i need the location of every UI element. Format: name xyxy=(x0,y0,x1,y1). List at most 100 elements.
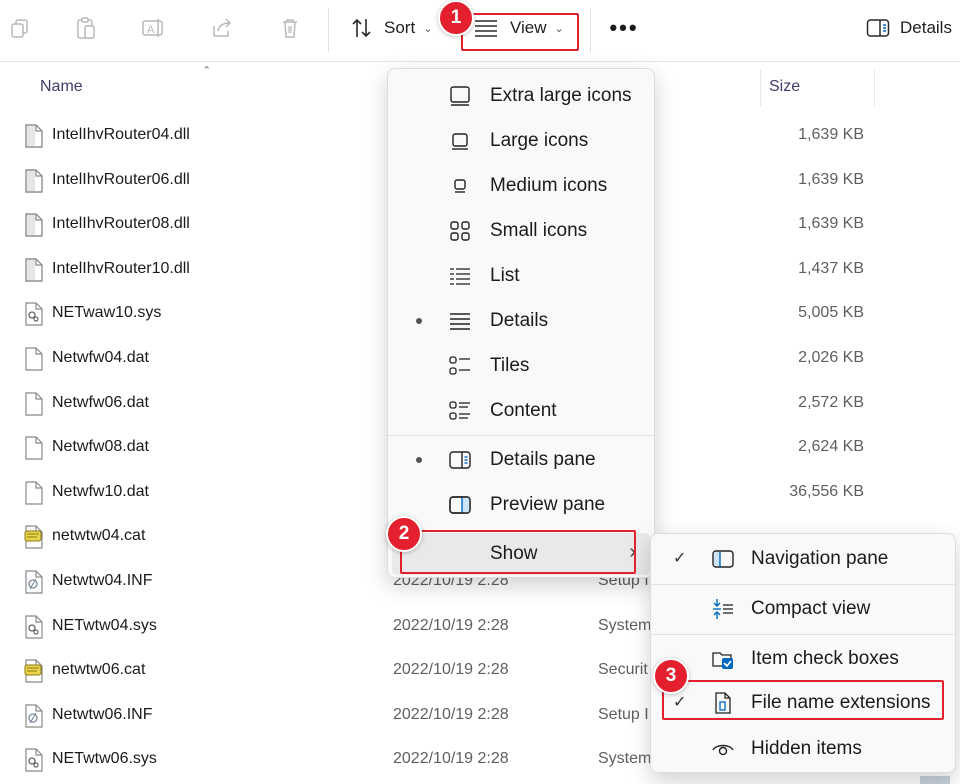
share-icon[interactable] xyxy=(208,14,236,42)
column-header-name[interactable]: Name xyxy=(40,78,83,96)
menu-item-label: Details xyxy=(490,310,549,331)
view-list-icon xyxy=(474,19,498,37)
tiles-icon xyxy=(448,354,472,378)
sort-icon xyxy=(350,17,374,39)
menu-item-details-pane[interactable]: Details pane xyxy=(392,439,650,481)
svg-text:A: A xyxy=(147,24,155,36)
toolbar-divider xyxy=(328,8,329,52)
details-icon xyxy=(448,309,472,333)
details-button[interactable]: Details xyxy=(866,10,952,46)
column-divider[interactable] xyxy=(760,70,761,106)
menu-item-label: Compact view xyxy=(751,598,871,619)
extra-large-icons-icon xyxy=(448,84,472,108)
menu-item-label: Medium icons xyxy=(490,175,608,196)
list-icon xyxy=(448,264,472,288)
menu-item-extra-large-icons[interactable]: Extra large icons xyxy=(392,75,650,117)
file-name: Netwfw08.dat xyxy=(52,438,149,456)
file-name: netwtw06.cat xyxy=(52,661,146,679)
content-icon xyxy=(448,399,472,423)
file-icon xyxy=(24,168,44,193)
toolbar-divider xyxy=(590,8,591,52)
view-button[interactable]: View ⌄ xyxy=(474,10,564,46)
menu-item-show[interactable]: Show › xyxy=(392,533,650,575)
menu-item-label: Navigation pane xyxy=(751,548,889,569)
system-file-icon xyxy=(24,614,44,639)
chevron-right-icon: › xyxy=(629,541,636,563)
step-badge-1: 1 xyxy=(438,0,474,36)
file-name: Netwfw06.dat xyxy=(52,393,149,411)
blank-file-icon xyxy=(24,391,44,416)
file-name: NETwtw06.sys xyxy=(52,750,157,768)
menu-item-label: Item check boxes xyxy=(751,648,899,669)
system-file-icon xyxy=(24,302,44,326)
paste-icon[interactable] xyxy=(72,14,100,42)
menu-item-medium-icons[interactable]: Medium icons xyxy=(392,165,650,207)
menu-item-label: Extra large icons xyxy=(490,85,632,106)
view-menu: Extra large icons Large icons Medium icons… xyxy=(387,68,655,578)
chevron-down-icon: ⌄ xyxy=(554,22,564,35)
file-icon xyxy=(24,124,44,148)
step-badge-3: 3 xyxy=(653,658,689,694)
blank-file-icon xyxy=(24,347,44,371)
menu-item-label: Show xyxy=(490,543,538,564)
menu-item-preview-pane[interactable]: Preview pane xyxy=(392,484,650,526)
file-date-modified: 2022/10/19 2:28 xyxy=(393,705,509,723)
more-options-button[interactable]: ••• xyxy=(608,14,640,42)
menu-separator xyxy=(651,584,955,585)
details-pane-icon xyxy=(866,18,890,38)
file-name: Netwfw10.dat xyxy=(52,482,149,500)
menu-item-hidden-items[interactable]: Hidden items xyxy=(655,728,951,770)
small-icons-icon xyxy=(448,219,472,243)
file-name: Netwtw04.INF xyxy=(52,572,153,589)
menu-item-label: Hidden items xyxy=(751,738,862,759)
file-name: Netwtw06.INF xyxy=(52,705,153,723)
menu-item-tiles[interactable]: Tiles xyxy=(392,345,650,387)
scrollbar-thumb[interactable] xyxy=(920,776,950,784)
menu-item-label: Tiles xyxy=(490,355,530,376)
file-name: Netwfw04.dat xyxy=(52,349,149,366)
file-icon xyxy=(24,213,44,237)
file-name: IntelIhvRouter04.dll xyxy=(52,126,190,143)
menu-item-label: Small icons xyxy=(490,220,588,241)
file-size: 1,639 KB xyxy=(798,170,864,188)
preview-pane-icon xyxy=(448,493,472,517)
menu-item-list[interactable]: List xyxy=(392,255,650,297)
blank-file-icon xyxy=(24,436,44,460)
copy-icon[interactable] xyxy=(6,14,34,42)
menu-item-small-icons[interactable]: Small icons xyxy=(392,210,650,252)
sort-button[interactable]: Sort ⌄ xyxy=(350,10,432,46)
menu-item-compact-view[interactable]: Compact view xyxy=(655,588,951,630)
menu-item-item-check-boxes[interactable]: Item check boxes xyxy=(655,638,951,680)
menu-item-content[interactable]: Content xyxy=(392,390,650,432)
menu-item-navigation-pane[interactable]: ✓ Navigation pane xyxy=(655,538,951,580)
file-size: 5,005 KB xyxy=(798,304,864,322)
column-header-size[interactable]: Size xyxy=(769,78,800,96)
file-explorer-window: A Sort ⌄ View ⌄ ••• Details ⌃ Name Size … xyxy=(0,0,960,784)
details-pane-icon xyxy=(448,448,472,472)
file-size: 1,639 KB xyxy=(798,126,864,143)
column-divider[interactable] xyxy=(874,70,875,106)
menu-item-details[interactable]: Details xyxy=(392,300,650,342)
inf-file-icon xyxy=(24,704,44,728)
file-name-extensions-icon xyxy=(711,691,735,715)
menu-item-file-name-extensions[interactable]: ✓ File name extensions xyxy=(655,682,951,724)
inf-file-icon xyxy=(24,570,44,594)
blank-file-icon xyxy=(24,481,44,505)
selected-bullet-icon xyxy=(416,457,422,463)
large-icons-icon xyxy=(448,129,472,153)
rename-icon[interactable]: A xyxy=(140,14,168,42)
compact-view-icon xyxy=(711,597,735,621)
menu-item-label: Content xyxy=(490,400,557,421)
menu-separator xyxy=(388,435,654,436)
view-label: View xyxy=(510,18,547,37)
file-type: System xyxy=(598,616,652,634)
menu-item-large-icons[interactable]: Large icons xyxy=(392,120,650,162)
file-size: 2,026 KB xyxy=(798,349,864,366)
sort-label: Sort xyxy=(384,18,416,37)
selected-bullet-icon xyxy=(416,318,422,324)
sort-ascending-caret-icon: ⌃ xyxy=(202,65,212,77)
file-name: IntelIhvRouter06.dll xyxy=(52,170,190,188)
file-size: 36,556 KB xyxy=(789,482,864,500)
file-date-modified: 2022/10/19 2:28 xyxy=(393,750,509,768)
delete-icon[interactable] xyxy=(276,14,304,42)
